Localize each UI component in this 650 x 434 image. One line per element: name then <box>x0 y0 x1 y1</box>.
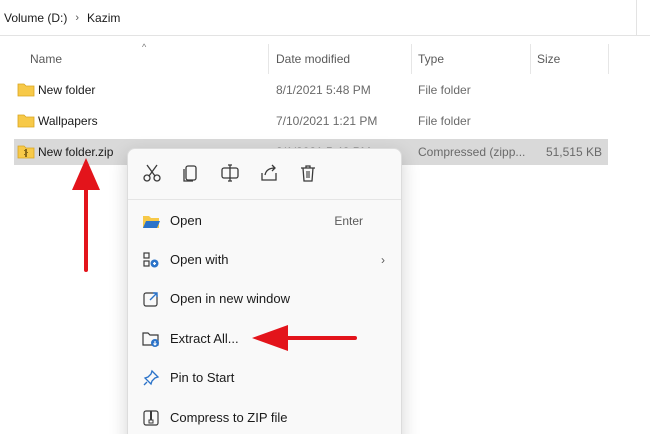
annotation-arrows <box>72 158 357 351</box>
red-arrow-left-icon <box>252 325 357 351</box>
red-arrow-up-icon <box>72 158 100 272</box>
